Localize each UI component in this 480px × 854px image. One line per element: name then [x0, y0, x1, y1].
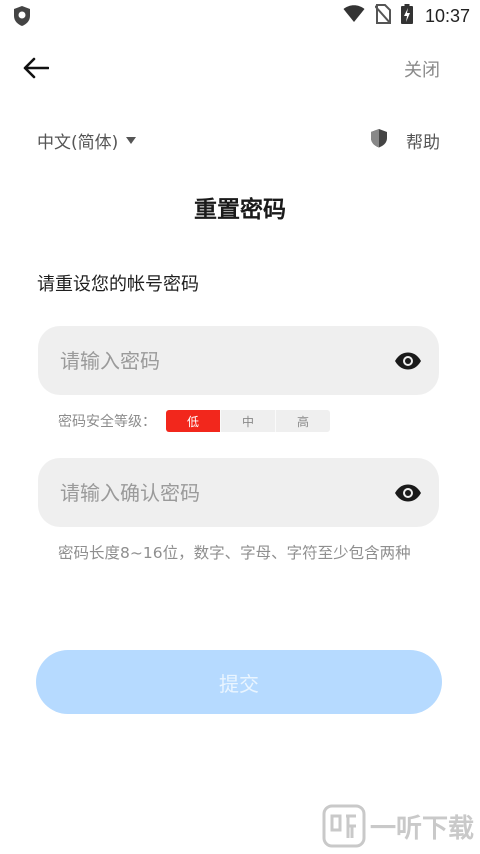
help-button[interactable]: 帮助 — [370, 128, 440, 153]
wifi-icon — [343, 5, 365, 27]
language-selector[interactable]: 中文(简体) — [37, 128, 137, 153]
caret-down-icon — [126, 137, 137, 144]
password-input[interactable] — [58, 347, 393, 374]
status-bar: 10:37 — [0, 0, 480, 32]
eye-icon[interactable] — [393, 478, 423, 508]
strength-level-low: 低 — [166, 410, 220, 432]
strength-label: 密码安全等级： — [58, 414, 156, 430]
no-sim-icon — [374, 4, 392, 28]
page-subtitle: 请重设您的帐号密码 — [37, 274, 199, 295]
watermark: 一听下载 — [322, 804, 474, 848]
password-hint: 密码长度8~16位，数字、字母、字符至少包含两种 — [58, 544, 411, 562]
watermark-text: 一听下载 — [369, 813, 474, 844]
confirm-password-field — [38, 458, 439, 527]
shield-app-icon — [12, 5, 32, 31]
password-strength: 密码安全等级： 低 中 高 — [58, 410, 330, 432]
eye-icon[interactable] — [393, 346, 423, 376]
shield-icon — [370, 128, 388, 153]
page-title: 重置密码 — [194, 197, 286, 223]
arrow-left-icon — [23, 57, 49, 79]
help-label: 帮助 — [406, 133, 440, 153]
back-button[interactable] — [20, 52, 52, 84]
watermark-logo-icon — [322, 804, 366, 848]
battery-charging-icon — [400, 4, 413, 28]
submit-button[interactable]: 提交 — [36, 650, 442, 714]
strength-level-high: 高 — [275, 410, 330, 432]
language-label: 中文(简体) — [37, 133, 119, 153]
strength-level-medium: 中 — [220, 410, 275, 432]
close-button[interactable]: 关闭 — [404, 56, 440, 82]
strength-levels: 低 中 高 — [166, 410, 330, 432]
reset-password-screen: 10:37 关闭 中文(简体) 帮助 重置密码 请重设您的帐号密码 密码安全等级… — [0, 0, 480, 854]
password-field — [38, 326, 439, 395]
confirm-password-input[interactable] — [58, 479, 393, 506]
status-time: 10:37 — [424, 5, 470, 26]
